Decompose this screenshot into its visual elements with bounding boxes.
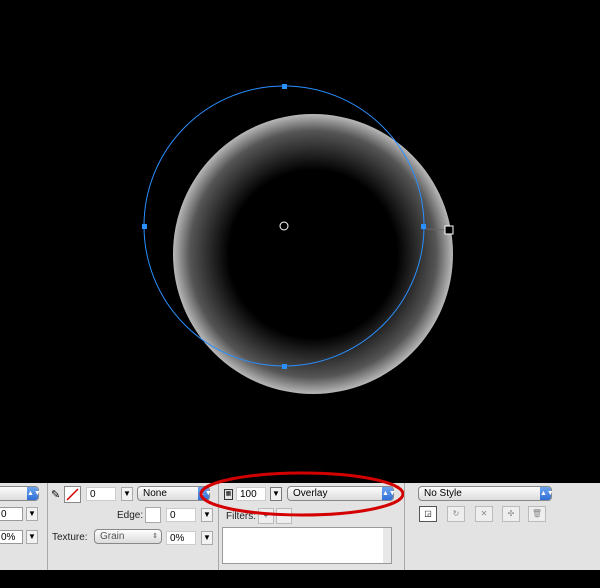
left-select[interactable]: ▲▼ xyxy=(0,486,41,501)
red-annotation-ellipse xyxy=(199,471,405,517)
edge-label: Edge: xyxy=(117,510,144,521)
stroke-size-dropdown[interactable]: ▼ xyxy=(121,487,133,501)
left-field-1[interactable]: 0 xyxy=(0,507,23,521)
gradient-handle[interactable] xyxy=(444,225,454,235)
filters-list[interactable] xyxy=(222,527,392,564)
texture-amount-dropdown[interactable]: ▼ xyxy=(201,531,213,545)
filters-scrollbar[interactable] xyxy=(383,528,391,563)
stroke-color-swatch[interactable] xyxy=(64,486,81,503)
canvas[interactable] xyxy=(0,0,600,483)
left-dropdown-2[interactable]: ▼ xyxy=(26,530,38,544)
new-style-button[interactable]: ◲ xyxy=(419,506,437,522)
texture-amount-field[interactable]: 0% xyxy=(166,531,196,545)
stroke-size-field[interactable]: 0 xyxy=(86,487,116,501)
handle-left[interactable] xyxy=(142,224,147,229)
edge-swatch[interactable] xyxy=(145,507,161,523)
edge-field[interactable]: 0 xyxy=(166,508,196,522)
texture-select[interactable]: Grain ⇕ xyxy=(94,529,162,544)
left-dropdown-1[interactable]: ▼ xyxy=(26,507,38,521)
handle-top[interactable] xyxy=(282,84,287,89)
pencil-icon: ✎ xyxy=(51,489,61,501)
texture-label: Texture: xyxy=(52,532,88,543)
glowing-circle[interactable] xyxy=(173,114,453,394)
style-select[interactable]: No Style ▲▼ xyxy=(418,486,554,501)
redefine-style-button[interactable]: ↻ xyxy=(447,506,465,522)
handle-bottom[interactable] xyxy=(282,364,287,369)
properties-panel: ▲▼ 0 ▼ 0% ▼ ✎ 0 ▼ None ▲▼ Edge: 0 ▼ Textu… xyxy=(0,471,600,570)
left-field-2[interactable]: 0% xyxy=(0,530,23,544)
handle-right[interactable] xyxy=(421,224,426,229)
break-style-button[interactable]: ✕ xyxy=(475,506,493,522)
clear-overrides-button[interactable]: ✣ xyxy=(502,506,520,522)
delete-style-button[interactable]: 🗑 xyxy=(528,506,546,522)
